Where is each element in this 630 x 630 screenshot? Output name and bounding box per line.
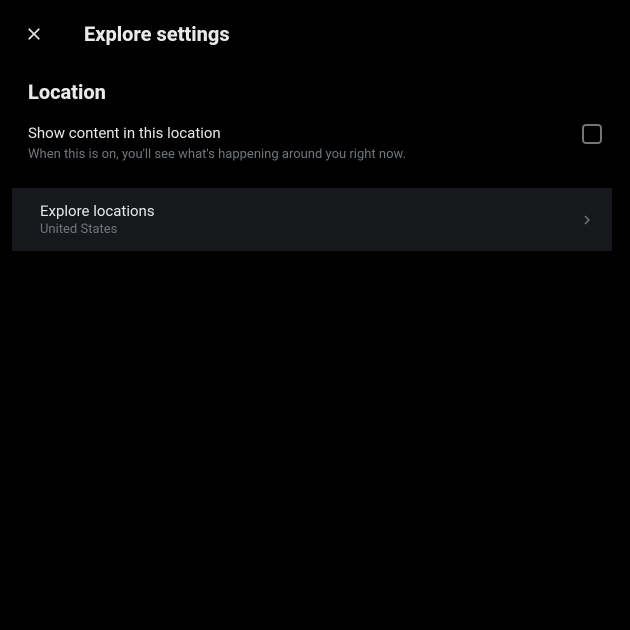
close-button[interactable] xyxy=(16,16,52,52)
show-content-text: Show content in this location When this … xyxy=(28,124,582,164)
header: Explore settings xyxy=(0,0,630,68)
explore-locations-value: United States xyxy=(40,222,578,237)
section-title-location: Location xyxy=(0,68,630,112)
show-content-checkbox[interactable] xyxy=(582,124,602,144)
chevron-right-icon xyxy=(578,211,596,229)
explore-locations-label: Explore locations xyxy=(40,202,578,220)
page-title: Explore settings xyxy=(84,22,230,46)
explore-locations-text: Explore locations United States xyxy=(40,202,578,237)
close-icon xyxy=(24,24,44,44)
show-content-label: Show content in this location xyxy=(28,124,566,142)
show-content-setting: Show content in this location When this … xyxy=(0,112,630,176)
explore-locations-row[interactable]: Explore locations United States xyxy=(12,188,612,251)
show-content-description: When this is on, you'll see what's happe… xyxy=(28,146,566,164)
